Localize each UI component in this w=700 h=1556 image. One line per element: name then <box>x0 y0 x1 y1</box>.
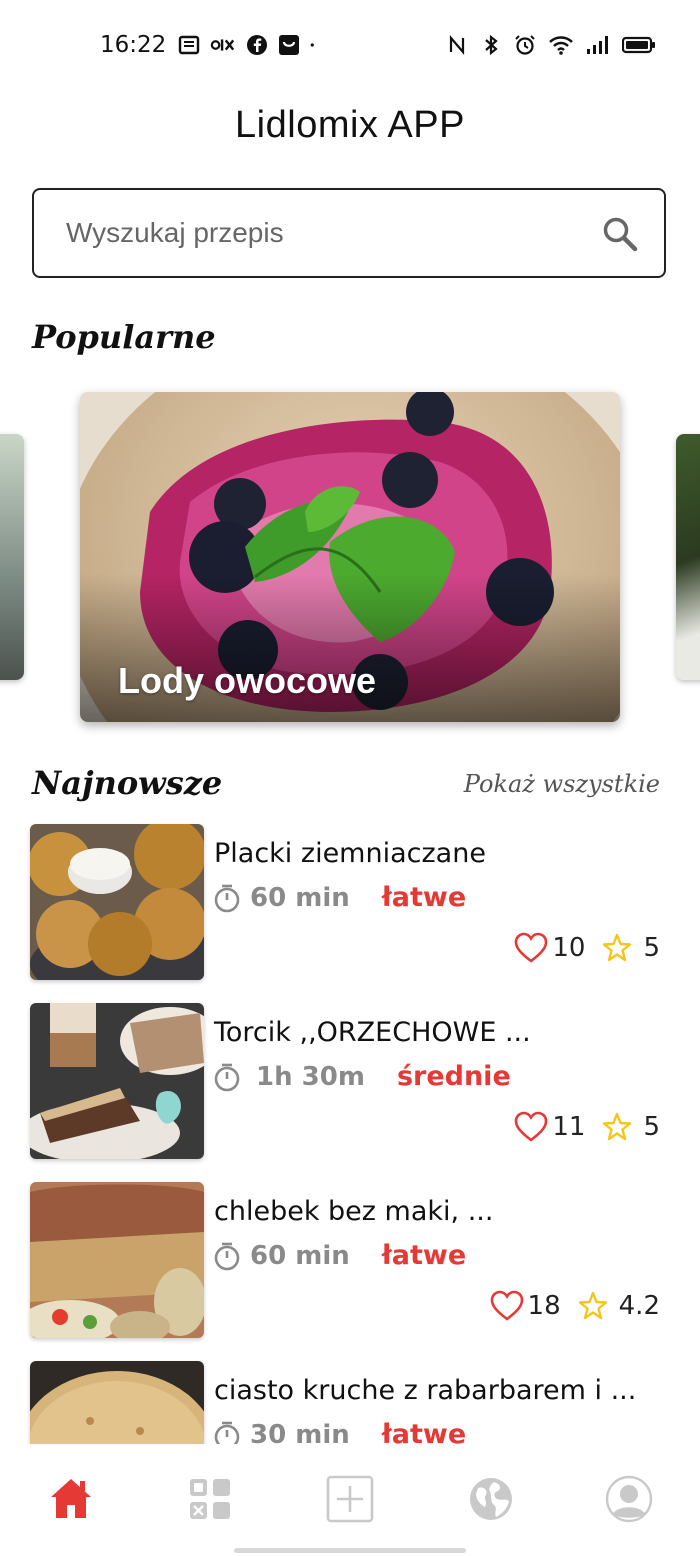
recipe-title: Torcik ,,ORZECHOWE ... <box>214 1017 531 1048</box>
timer-icon <box>214 1242 240 1270</box>
gesture-home-bar[interactable] <box>234 1548 466 1553</box>
star-icon <box>603 933 632 962</box>
more-notifications-icon <box>310 43 314 47</box>
recipe-thumbnail <box>30 1182 204 1338</box>
recipe-item-4[interactable]: ciasto kruche z rabarbarem i ... 30 min … <box>30 1361 670 1444</box>
recipe-stats: 11 5 <box>514 1111 660 1143</box>
categories-icon[interactable] <box>185 1474 235 1524</box>
recipe-time: 60 min <box>250 882 350 913</box>
recipe-likes: 11 <box>552 1112 586 1142</box>
timer-icon <box>214 1421 240 1444</box>
recipe-rating: 4.2 <box>618 1291 660 1321</box>
recipe-likes: 10 <box>552 933 586 963</box>
recipe-title: Placki ziemniaczane <box>214 838 486 869</box>
carousel-prev-card[interactable] <box>0 434 24 680</box>
wifi-icon <box>549 36 573 55</box>
popular-section-title: Popularne <box>32 318 216 356</box>
search-icon[interactable] <box>600 214 640 254</box>
status-time: 16:22 <box>100 32 167 58</box>
notification-icons <box>178 34 320 56</box>
recipe-meta: 30 min łatwe <box>212 1419 466 1444</box>
globe-icon[interactable] <box>466 1474 516 1524</box>
recipe-rating: 5 <box>643 1112 660 1142</box>
recipe-thumbnail <box>30 824 204 980</box>
recipe-difficulty: łatwe <box>381 1419 467 1444</box>
bluetooth-icon <box>485 34 498 56</box>
facebook-icon <box>247 35 267 55</box>
battery-icon <box>622 36 655 54</box>
add-recipe-icon[interactable] <box>325 1474 375 1524</box>
timer-icon <box>214 1063 240 1091</box>
featured-recipe-label: Lody owocowe <box>118 660 377 701</box>
recipe-time: 60 min <box>250 1240 350 1271</box>
carousel-next-card[interactable] <box>676 434 700 680</box>
recipe-item-1[interactable]: Placki ziemniaczane 60 min łatwe 10 5 <box>30 824 670 980</box>
olx-icon <box>210 39 235 51</box>
recipe-time: 1h 30m <box>256 1061 365 1092</box>
recipe-meta: 60 min łatwe <box>212 882 466 913</box>
heart-icon[interactable] <box>514 1111 548 1143</box>
search-box[interactable] <box>32 188 666 278</box>
recipe-stats: 18 4.2 <box>490 1290 660 1322</box>
shop-icon <box>279 35 299 55</box>
star-icon <box>603 1112 632 1141</box>
recipe-thumbnail <box>30 1003 204 1159</box>
alarm-icon <box>515 35 535 55</box>
app-title: Lidlomix APP <box>235 104 465 146</box>
recipe-stats: 10 5 <box>514 932 660 964</box>
heart-icon[interactable] <box>514 932 548 964</box>
recipe-likes: 18 <box>527 1291 561 1321</box>
star-icon <box>578 1291 607 1320</box>
recipe-difficulty: średnie <box>396 1061 511 1092</box>
nfc-icon <box>449 35 465 55</box>
recipe-item-3[interactable]: chlebek bez maki, ... 60 min łatwe 18 4.… <box>30 1182 670 1338</box>
profile-icon[interactable] <box>604 1474 654 1524</box>
recipe-item-2[interactable]: Torcik ,,ORZECHOWE ... 1h 30m średnie 11… <box>30 1003 670 1159</box>
search-input[interactable] <box>64 216 588 250</box>
signal-icon <box>587 36 608 54</box>
recipe-difficulty: łatwe <box>381 1240 467 1271</box>
heart-icon[interactable] <box>490 1290 524 1322</box>
recipe-title: chlebek bez maki, ... <box>214 1196 494 1227</box>
status-bar: 16:22 <box>0 0 700 92</box>
recipe-meta: 60 min łatwe <box>212 1240 466 1271</box>
featured-recipe-card[interactable]: Lody owocowe <box>80 392 620 722</box>
recipe-list[interactable]: Placki ziemniaczane 60 min łatwe 10 5 To… <box>0 820 700 1444</box>
news-icon <box>178 35 200 55</box>
recipe-title: ciasto kruche z rabarbarem i ... <box>214 1375 637 1406</box>
timer-icon <box>214 884 240 912</box>
recipe-difficulty: łatwe <box>381 882 467 913</box>
system-icons <box>446 34 656 56</box>
newest-section-title: Najnowsze <box>32 764 223 802</box>
show-all-link[interactable]: Pokaż wszystkie <box>464 770 660 798</box>
recipe-thumbnail <box>30 1361 204 1444</box>
bottom-navigation <box>0 1444 700 1556</box>
recipe-meta: 1h 30m średnie <box>212 1061 511 1092</box>
recipe-rating: 5 <box>643 933 660 963</box>
recipe-time: 30 min <box>250 1419 350 1445</box>
home-icon[interactable] <box>46 1474 96 1524</box>
